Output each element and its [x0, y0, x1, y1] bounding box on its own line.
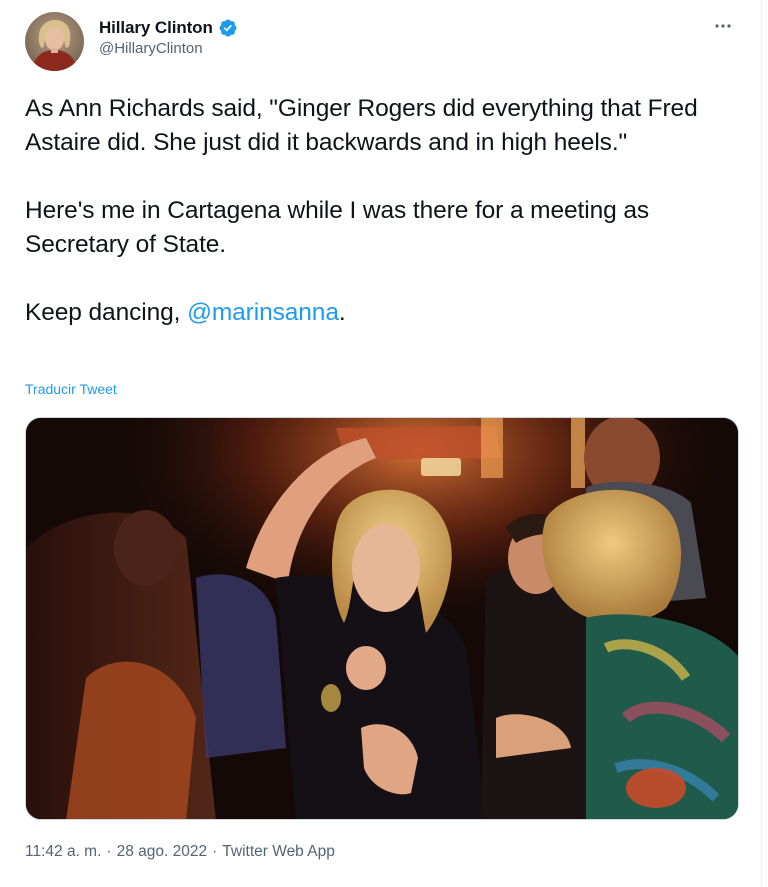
- more-horizontal-icon[interactable]: [709, 12, 737, 40]
- tweet-paragraph-closing: Keep dancing, @marinsanna.: [25, 296, 745, 330]
- tweet-photo[interactable]: [25, 417, 739, 820]
- name-row: Hillary Clinton: [99, 17, 238, 39]
- tweet-card: Hillary Clinton @HillaryClinton As Ann R…: [0, 0, 762, 887]
- tweet-header: Hillary Clinton @HillaryClinton: [25, 12, 737, 72]
- tweet-text: As Ann Richards said, "Ginger Rogers did…: [25, 92, 745, 330]
- avatar[interactable]: [25, 12, 84, 71]
- tweet-meta: 11:42 a. m. · 28 ago. 2022 · Twitter Web…: [25, 843, 335, 861]
- closing-punctuation: .: [338, 299, 346, 326]
- author-handle[interactable]: @HillaryClinton: [99, 40, 238, 57]
- tweet-source[interactable]: Twitter Web App: [222, 843, 335, 861]
- mention-link[interactable]: @marinsanna: [187, 299, 339, 326]
- translate-tweet-link[interactable]: Traducir Tweet: [25, 381, 117, 397]
- display-name[interactable]: Hillary Clinton: [99, 18, 213, 38]
- closing-text: Keep dancing,: [25, 299, 188, 326]
- verified-badge-icon: [218, 18, 238, 38]
- meta-separator: ·: [212, 843, 218, 860]
- tweet-date[interactable]: 28 ago. 2022: [117, 843, 208, 861]
- tweet-paragraph-quote: As Ann Richards said, "Ginger Rogers did…: [25, 95, 698, 156]
- tweet-time[interactable]: 11:42 a. m.: [25, 843, 101, 861]
- author-info: Hillary Clinton @HillaryClinton: [99, 17, 238, 57]
- meta-separator: ·: [106, 843, 112, 860]
- tweet-paragraph-cartagena: Here's me in Cartagena while I was there…: [25, 197, 650, 258]
